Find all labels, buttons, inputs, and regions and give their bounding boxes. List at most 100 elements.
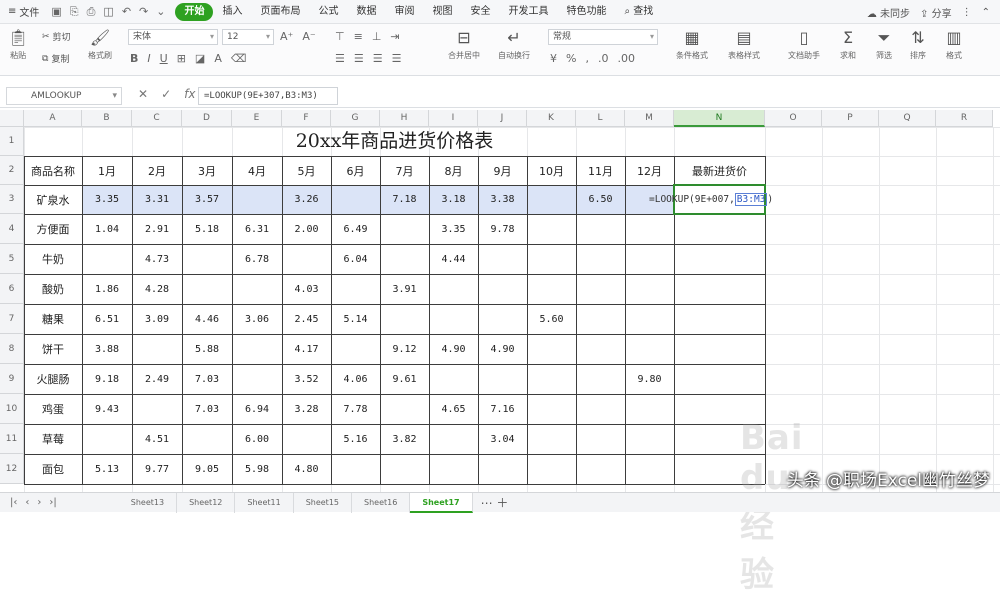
tab-data[interactable]: 数据 xyxy=(347,3,385,21)
collapse-ribbon-icon[interactable]: ⌃ xyxy=(982,7,990,18)
price-cell[interactable]: 3.04 xyxy=(478,424,527,454)
tab-search[interactable]: ⌕ 查找 xyxy=(615,3,662,21)
price-cell[interactable] xyxy=(282,244,331,274)
row-header-12[interactable]: 12 xyxy=(0,454,24,484)
number-format-select[interactable]: 常规 ▾ xyxy=(548,29,658,45)
price-cell[interactable] xyxy=(478,304,527,334)
price-cell[interactable]: 7.78 xyxy=(331,394,380,424)
clear-icon[interactable]: ⌫ xyxy=(231,52,247,65)
tab-developer[interactable]: 开发工具 xyxy=(499,3,557,21)
undo-icon[interactable]: ↶ xyxy=(122,5,131,18)
price-cell[interactable] xyxy=(625,244,674,274)
tab-features[interactable]: 特色功能 xyxy=(557,3,615,21)
print-icon[interactable]: ⎙ xyxy=(87,5,96,19)
price-cell[interactable]: 6.78 xyxy=(232,244,282,274)
header-cell[interactable]: 8月 xyxy=(429,156,478,185)
font-name-select[interactable]: 宋体 ▾ xyxy=(128,29,218,45)
price-cell[interactable]: 7.03 xyxy=(182,364,232,394)
price-cell[interactable] xyxy=(527,244,576,274)
italic-button[interactable]: I xyxy=(147,52,150,65)
column-header-e[interactable]: E xyxy=(232,110,282,127)
price-cell[interactable] xyxy=(576,364,625,394)
paste-button[interactable]: 📋︎ 粘贴 xyxy=(8,28,28,61)
column-header-o[interactable]: O xyxy=(765,110,822,127)
sheet-tab-sheet15[interactable]: Sheet15 xyxy=(294,492,352,513)
price-cell[interactable]: 5.88 xyxy=(182,334,232,364)
price-cell[interactable]: 4.17 xyxy=(282,334,331,364)
price-cell[interactable]: 4.46 xyxy=(182,304,232,334)
sum-button[interactable]: Σ 求和 xyxy=(840,28,856,61)
price-cell[interactable] xyxy=(478,244,527,274)
price-cell[interactable] xyxy=(429,424,478,454)
price-cell[interactable]: 6.50 xyxy=(576,185,625,214)
header-cell[interactable]: 最新进货价 xyxy=(674,156,765,185)
grow-font-icon[interactable]: A⁺ xyxy=(280,30,293,43)
formula-input[interactable]: =LOOKUP(9E+307,B3:M3) xyxy=(198,87,338,105)
merge-center-button[interactable]: ⊟ 合并居中 xyxy=(448,28,480,61)
price-cell[interactable]: 5.60 xyxy=(527,304,576,334)
underline-button[interactable]: U xyxy=(160,52,168,65)
price-cell[interactable]: 7.16 xyxy=(478,394,527,424)
column-header-g[interactable]: G xyxy=(331,110,380,127)
price-cell[interactable] xyxy=(380,394,429,424)
save-icon[interactable]: ▣ xyxy=(51,5,61,18)
price-cell[interactable]: 9.18 xyxy=(82,364,132,394)
more-icon[interactable]: ⋮ xyxy=(962,7,972,18)
price-cell[interactable]: 5.13 xyxy=(82,454,132,484)
row-header-1[interactable]: 1 xyxy=(0,127,24,156)
header-cell[interactable]: 2月 xyxy=(132,156,182,185)
sheet-tab-sheet16[interactable]: Sheet16 xyxy=(352,492,411,513)
product-name-cell[interactable]: 面包 xyxy=(24,454,82,484)
column-header-m[interactable]: M xyxy=(625,110,674,127)
price-cell[interactable] xyxy=(132,394,182,424)
price-cell[interactable]: 4.73 xyxy=(132,244,182,274)
column-header-n[interactable]: N xyxy=(674,110,765,127)
column-header-c[interactable]: C xyxy=(132,110,182,127)
price-cell[interactable]: 9.43 xyxy=(82,394,132,424)
price-cell[interactable]: 4.90 xyxy=(478,334,527,364)
price-cell[interactable]: 5.98 xyxy=(232,454,282,484)
row-header-6[interactable]: 6 xyxy=(0,274,24,304)
price-cell[interactable] xyxy=(331,454,380,484)
price-cell[interactable]: 3.91 xyxy=(380,274,429,304)
header-cell[interactable]: 商品名称 xyxy=(24,156,82,185)
price-cell[interactable] xyxy=(625,304,674,334)
sheet-tab-sheet11[interactable]: Sheet11 xyxy=(235,492,294,513)
cancel-icon[interactable]: ✕ xyxy=(138,87,148,101)
price-cell[interactable] xyxy=(429,304,478,334)
price-cell[interactable] xyxy=(625,394,674,424)
decrease-decimal-icon[interactable]: .00 xyxy=(617,52,635,65)
price-cell[interactable]: 5.16 xyxy=(331,424,380,454)
sheet-tab-sheet12[interactable]: Sheet12 xyxy=(177,492,236,513)
doc-helper-button[interactable]: ▯ 文档助手 xyxy=(788,28,820,61)
tab-review[interactable]: 审阅 xyxy=(385,3,423,21)
price-cell[interactable]: 9.05 xyxy=(182,454,232,484)
price-cell[interactable]: 2.45 xyxy=(282,304,331,334)
tab-view[interactable]: 视图 xyxy=(423,3,461,21)
price-cell[interactable] xyxy=(232,274,282,304)
price-cell[interactable] xyxy=(576,214,625,244)
price-cell[interactable] xyxy=(625,454,674,484)
price-cell[interactable] xyxy=(182,274,232,304)
price-cell[interactable] xyxy=(527,214,576,244)
row-header-2[interactable]: 2 xyxy=(0,156,24,185)
currency-icon[interactable]: ¥ xyxy=(550,52,557,65)
font-size-select[interactable]: 12 ▾ xyxy=(222,29,274,45)
price-cell[interactable] xyxy=(429,274,478,304)
price-cell[interactable] xyxy=(232,364,282,394)
price-cell[interactable] xyxy=(182,244,232,274)
price-cell[interactable]: 2.00 xyxy=(282,214,331,244)
redo-icon[interactable]: ↷ xyxy=(139,5,148,18)
price-cell[interactable] xyxy=(527,364,576,394)
shrink-font-icon[interactable]: A⁻ xyxy=(302,30,315,43)
product-name-cell[interactable]: 火腿肠 xyxy=(24,364,82,394)
first-sheet-icon[interactable]: |‹ xyxy=(10,497,17,508)
price-cell[interactable]: 3.57 xyxy=(182,185,232,214)
price-cell[interactable]: 2.49 xyxy=(132,364,182,394)
row-header-9[interactable]: 9 xyxy=(0,364,24,394)
wrap-text-button[interactable]: ↵ 自动换行 xyxy=(498,28,530,61)
bold-button[interactable]: B xyxy=(130,52,138,65)
header-cell[interactable]: 1月 xyxy=(82,156,132,185)
header-cell[interactable]: 3月 xyxy=(182,156,232,185)
indent-icon[interactable]: ⇥ xyxy=(390,30,399,43)
